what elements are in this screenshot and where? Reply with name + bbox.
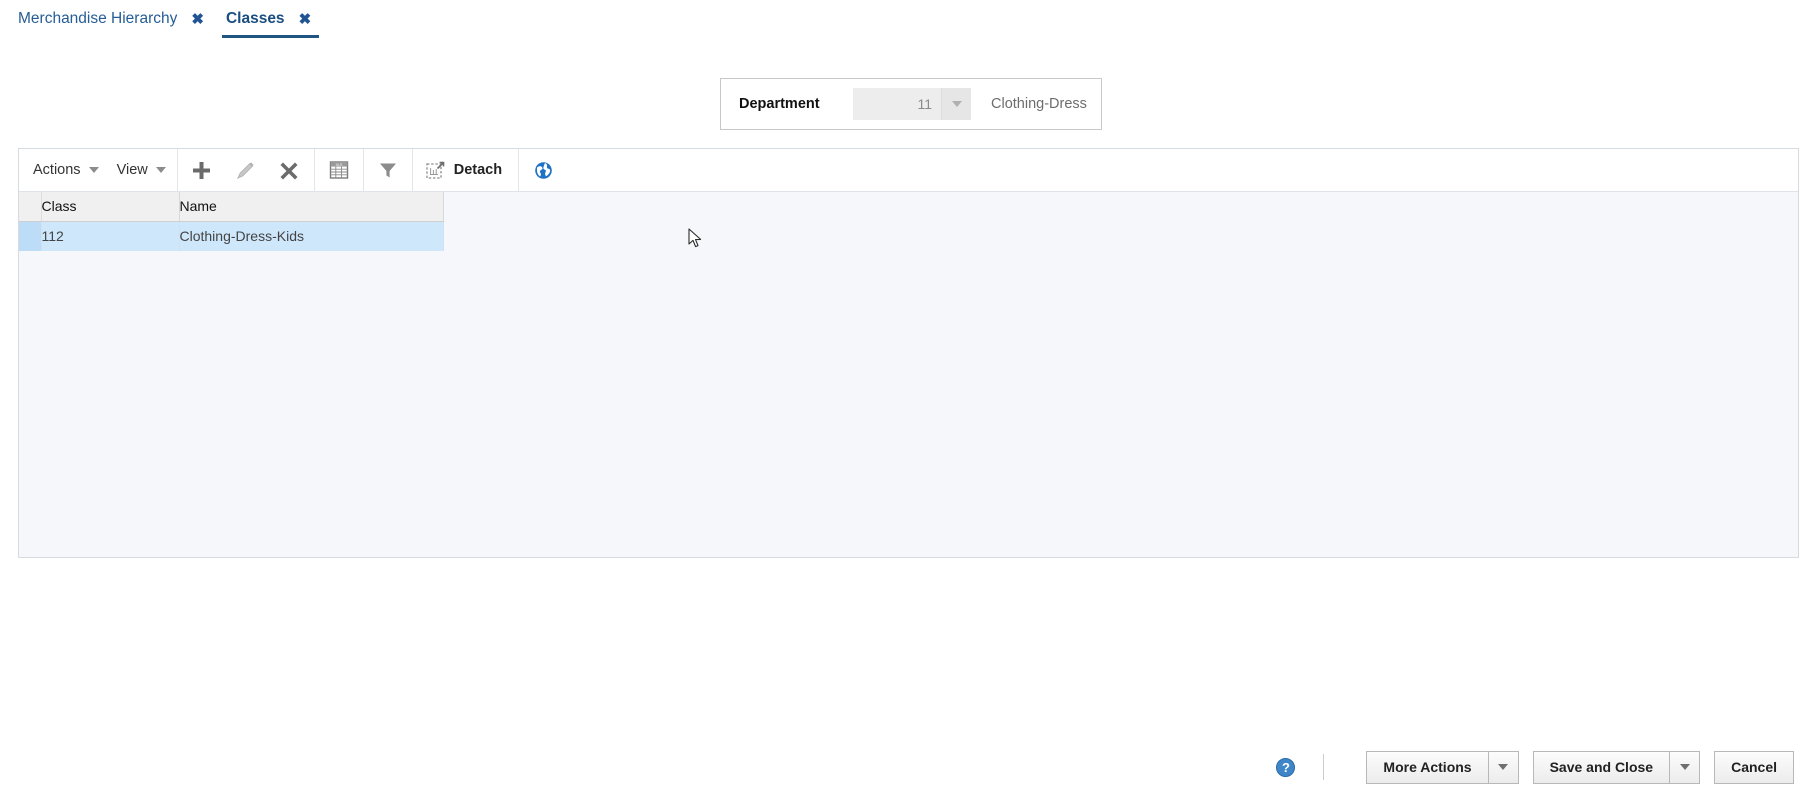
save-and-close-group: Save and Close: [1532, 750, 1701, 784]
save-and-close-button[interactable]: Save and Close: [1532, 750, 1671, 784]
more-actions-group: More Actions: [1366, 750, 1519, 784]
chevron-down-icon: [951, 101, 962, 107]
detach-button-label: Detach: [453, 162, 503, 178]
close-icon[interactable]: ✖: [299, 12, 326, 27]
department-dropdown-button[interactable]: [941, 88, 971, 120]
filter-button[interactable]: [366, 149, 410, 192]
chevron-down-icon: [88, 167, 99, 173]
toolbar-divider: [411, 148, 413, 192]
tab-classes[interactable]: Classes ✖: [218, 0, 325, 38]
actions-menu[interactable]: Actions: [19, 149, 108, 192]
plus-icon: [193, 161, 211, 179]
funnel-icon: [379, 163, 396, 178]
classes-table: Class Name 112 Clothing-Dress-Kids: [19, 192, 444, 251]
detach-button[interactable]: Detach: [415, 149, 516, 192]
table-row[interactable]: 112 Clothing-Dress-Kids: [19, 221, 444, 251]
toolbar-divider: [518, 148, 520, 192]
detach-icon: [426, 161, 445, 179]
export-to-excel-button[interactable]: XLS: [317, 149, 361, 192]
globe-icon: [534, 161, 552, 179]
pencil-icon: [237, 161, 254, 179]
actions-menu-label: Actions: [33, 162, 81, 178]
table-header: Class Name: [19, 192, 444, 222]
table-toolbar: Actions View XLS Detach: [19, 148, 1798, 192]
help-icon[interactable]: ?: [1276, 757, 1296, 777]
cell-class[interactable]: 112: [41, 221, 180, 251]
tab-strip: Merchandise Hierarchy ✖ Classes ✖: [0, 0, 1812, 38]
toolbar-divider: [313, 148, 315, 192]
department-label: Department: [739, 96, 820, 112]
add-row-button[interactable]: [180, 149, 224, 192]
svg-text:XLS: XLS: [335, 163, 342, 167]
save-and-close-dropdown-button[interactable]: [1670, 750, 1701, 784]
tab-merchandise-hierarchy[interactable]: Merchandise Hierarchy ✖: [10, 0, 218, 38]
toolbar-divider: [176, 148, 178, 192]
department-field-group: Department Clothing-Dress: [720, 78, 1102, 130]
page-action-bar: ? More Actions Save and Close Cancel: [0, 747, 1812, 787]
more-actions-button[interactable]: More Actions: [1366, 750, 1489, 784]
row-select-header: [19, 192, 42, 222]
tab-label: Merchandise Hierarchy: [18, 10, 178, 27]
chevron-down-icon: [1498, 764, 1509, 770]
x-icon: [280, 162, 298, 179]
action-bar-divider: [1323, 754, 1325, 780]
edit-row-button[interactable]: [224, 149, 268, 192]
table-header-row: Class Name: [19, 192, 444, 222]
chevron-down-icon: [155, 167, 166, 173]
delete-row-button[interactable]: [268, 149, 312, 192]
department-id-input[interactable]: [853, 88, 941, 120]
more-actions-dropdown-button[interactable]: [1488, 750, 1519, 784]
close-icon[interactable]: ✖: [191, 12, 218, 27]
toolbar-divider: [362, 148, 364, 192]
cell-name[interactable]: Clothing-Dress-Kids: [179, 221, 444, 251]
translate-button[interactable]: [521, 149, 565, 192]
tab-label: Classes: [225, 10, 285, 27]
chevron-down-icon: [1679, 764, 1690, 770]
table-body: 112 Clothing-Dress-Kids: [19, 221, 444, 251]
column-header-class[interactable]: Class: [41, 192, 180, 222]
cancel-group: Cancel: [1714, 750, 1794, 784]
classes-panel: Actions View XLS Detach Class Name 112 C…: [18, 148, 1799, 558]
row-select-cell[interactable]: [19, 221, 42, 251]
view-menu[interactable]: View: [108, 149, 175, 192]
export-to-excel-icon: XLS: [329, 161, 348, 179]
view-menu-label: View: [116, 162, 148, 178]
column-header-name[interactable]: Name: [179, 192, 444, 222]
department-selector[interactable]: [853, 88, 971, 120]
department-name-value: Clothing-Dress: [991, 96, 1087, 112]
cancel-button[interactable]: Cancel: [1714, 750, 1794, 784]
